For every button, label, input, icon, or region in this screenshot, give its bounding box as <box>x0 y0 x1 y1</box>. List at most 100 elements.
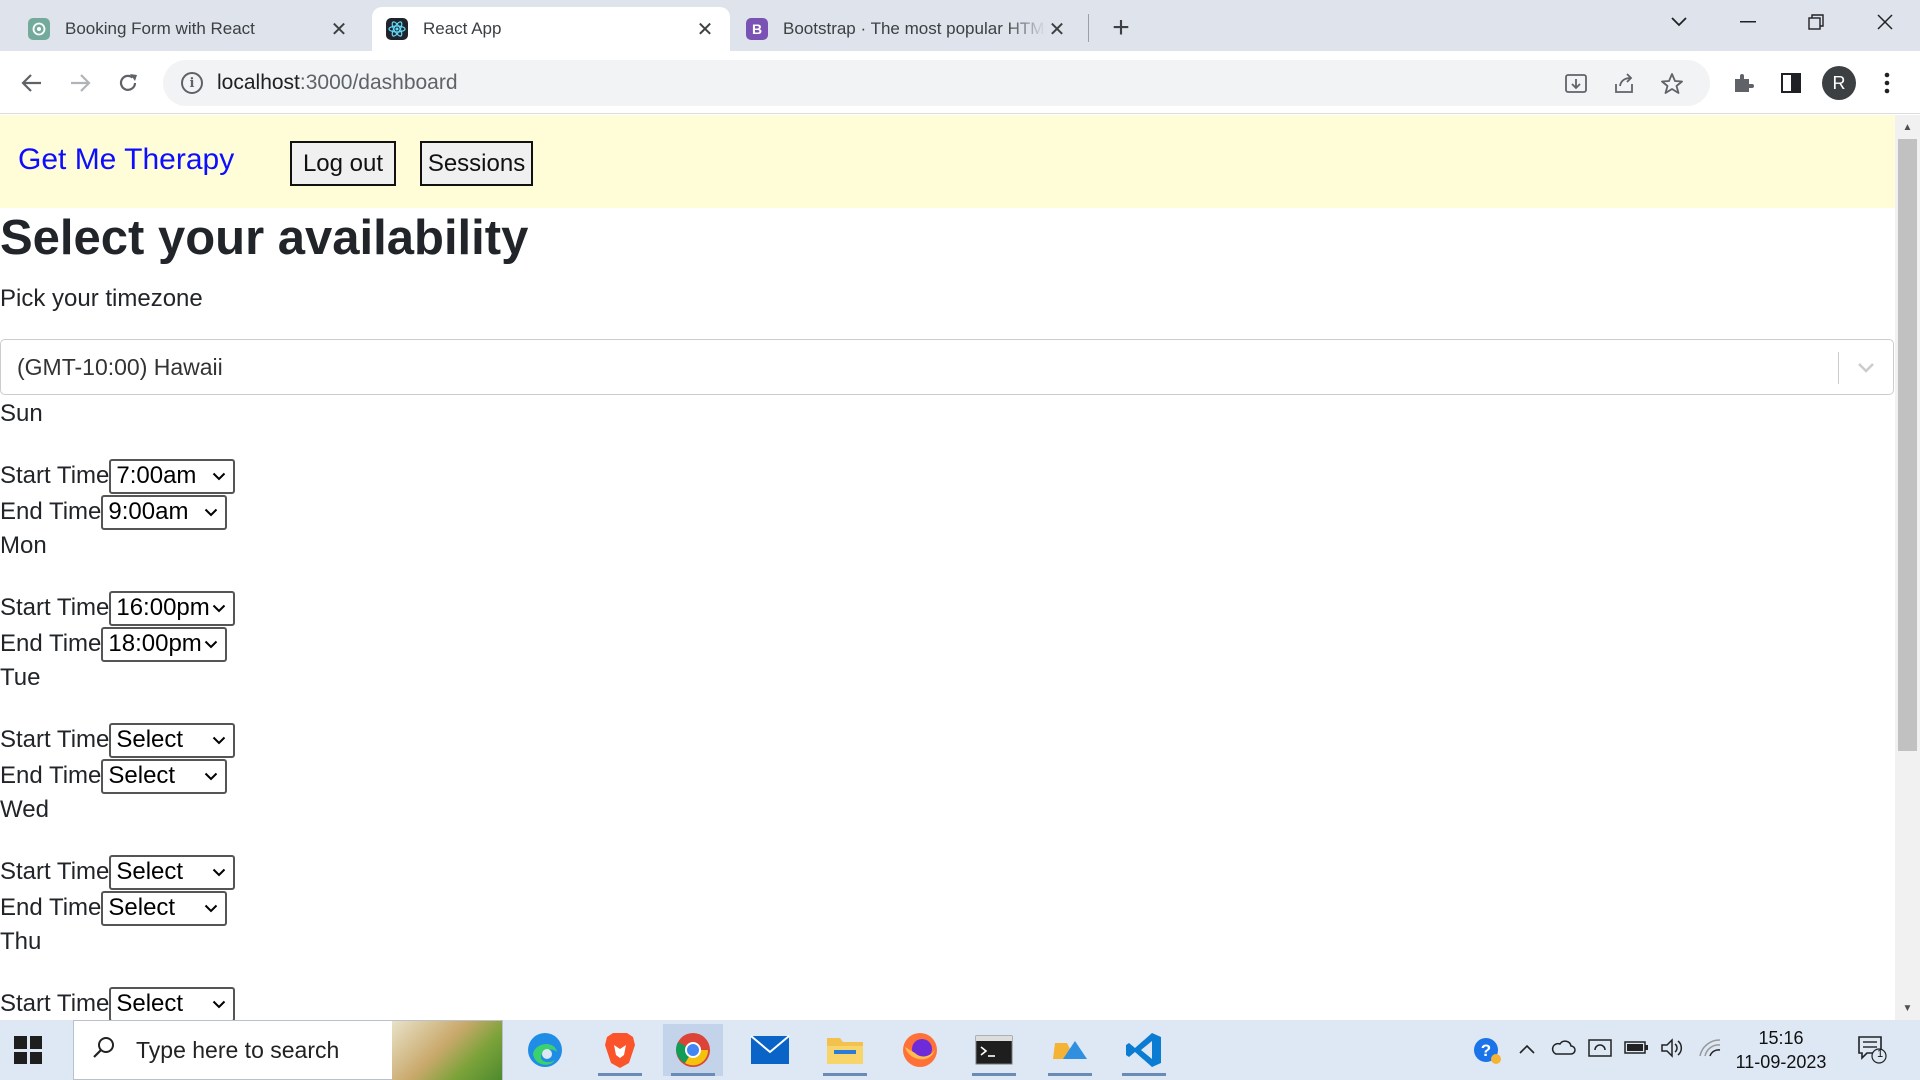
start-time-select[interactable]: Select <box>109 722 236 758</box>
end-time-select[interactable]: 18:00pm <box>101 626 228 662</box>
chevron-down-icon <box>211 864 227 880</box>
restore-icon[interactable] <box>1786 6 1846 38</box>
chevron-down-icon <box>203 636 219 652</box>
forward-button[interactable] <box>60 63 100 103</box>
tab-search-icon[interactable] <box>1649 6 1709 38</box>
start-time-select[interactable]: 7:00am <box>109 458 236 494</box>
scroll-down-arrow-icon[interactable]: ▼ <box>1895 998 1920 1018</box>
day-label-thu: Thu <box>0 928 42 955</box>
menu-kebab-icon[interactable] <box>1870 66 1904 100</box>
running-indicator <box>823 1073 867 1076</box>
start-time-label: Start Time <box>0 462 110 489</box>
site-info-icon[interactable]: i <box>181 72 203 94</box>
day-label-sun: Sun <box>0 400 43 427</box>
vscode-icon[interactable] <box>1114 1024 1174 1076</box>
select-value: 9:00am <box>108 498 189 525</box>
mail-icon[interactable] <box>740 1024 800 1076</box>
windows-start-icon[interactable] <box>14 1036 42 1064</box>
end-time-row: End Time 18:00pm <box>0 626 228 662</box>
install-app-icon[interactable] <box>1563 71 1589 97</box>
battery-icon[interactable] <box>1624 1038 1650 1062</box>
page-title: Select your availability <box>0 211 529 265</box>
sessions-button[interactable]: Sessions <box>420 141 533 186</box>
firefox-icon[interactable] <box>890 1024 950 1076</box>
end-time-row: End Time Select <box>0 890 228 926</box>
profile-avatar[interactable]: R <box>1822 66 1856 100</box>
search-icon <box>92 1035 122 1065</box>
extensions-icon[interactable] <box>1726 66 1760 100</box>
running-indicator <box>1122 1073 1166 1076</box>
select-value: 18:00pm <box>108 630 202 657</box>
url-path: :3000/dashboard <box>299 71 458 94</box>
window-close-icon[interactable] <box>1855 6 1915 38</box>
select-value: Select <box>116 726 184 753</box>
chevron-down-icon[interactable] <box>1851 352 1881 384</box>
terminal-icon[interactable] <box>964 1024 1024 1076</box>
start-time-row: Start Time Select <box>0 986 236 1020</box>
select-value: Select <box>108 894 176 921</box>
bookmark-star-icon[interactable] <box>1659 71 1685 97</box>
chevron-up-icon[interactable] <box>1518 1038 1536 1061</box>
close-icon[interactable]: ✕ <box>1046 17 1068 42</box>
taskbar-search[interactable]: Type here to search <box>73 1020 503 1080</box>
start-time-label: Start Time <box>0 594 110 621</box>
brand-link[interactable]: Get Me Therapy <box>18 143 234 177</box>
start-time-select[interactable]: 16:00pm <box>109 590 236 626</box>
start-time-row: Start Time Select <box>0 854 236 890</box>
clock-date: 11-09-2023 <box>1735 1052 1827 1072</box>
edge-icon[interactable] <box>515 1024 575 1076</box>
chevron-down-icon <box>211 732 227 748</box>
back-button[interactable] <box>12 63 52 103</box>
end-time-select[interactable]: Select <box>101 758 228 794</box>
bootstrap-icon: B <box>746 18 768 40</box>
notification-center-icon[interactable]: 1 <box>1857 1034 1887 1064</box>
search-placeholder: Type here to search <box>136 1036 340 1063</box>
start-time-select[interactable]: Select <box>109 854 236 890</box>
file-explorer-icon[interactable] <box>815 1024 875 1076</box>
chrome-icon[interactable] <box>663 1024 723 1076</box>
start-time-row: Start Time 7:00am <box>0 458 236 494</box>
start-time-row: Start Time 16:00pm <box>0 590 236 626</box>
day-label-tue: Tue <box>0 664 41 691</box>
end-time-select[interactable]: Select <box>101 890 228 926</box>
reload-button[interactable] <box>108 63 148 103</box>
end-time-label: End Time <box>0 894 102 921</box>
browser-toolbar: i localhost:3000/dashboard R <box>0 51 1920 114</box>
tab-booking-form[interactable]: Booking Form with React ✕ <box>14 7 364 51</box>
scrollbar-thumb[interactable] <box>1898 139 1917 751</box>
windows-taskbar: Type here to search ? 15:16 11-09-2023 1 <box>0 1020 1920 1080</box>
select-value: 16:00pm <box>116 594 210 621</box>
chevron-down-icon <box>211 468 227 484</box>
page-scrollbar[interactable]: ▲ ▼ <box>1895 115 1920 1020</box>
brave-icon[interactable] <box>590 1024 650 1076</box>
share-icon[interactable] <box>1611 71 1637 97</box>
select-value: Select <box>108 762 176 789</box>
close-icon[interactable]: ✕ <box>328 17 350 42</box>
address-bar[interactable]: i localhost:3000/dashboard <box>163 60 1710 106</box>
taskbar-clock[interactable]: 15:16 11-09-2023 <box>1735 1026 1827 1074</box>
side-panel-icon[interactable] <box>1774 66 1808 100</box>
url-host: localhost <box>217 71 300 94</box>
network-status-icon[interactable] <box>1588 1038 1612 1066</box>
help-icon[interactable]: ? <box>1472 1036 1502 1072</box>
end-time-select[interactable]: 9:00am <box>101 494 228 530</box>
wifi-icon[interactable] <box>1698 1038 1722 1064</box>
scroll-up-arrow-icon[interactable]: ▲ <box>1895 117 1920 137</box>
tab-bootstrap[interactable]: B Bootstrap · The most popular HTML ✕ <box>732 7 1082 51</box>
start-time-select[interactable]: Select <box>109 986 236 1020</box>
close-icon[interactable]: ✕ <box>694 17 716 42</box>
volume-icon[interactable] <box>1660 1038 1684 1064</box>
end-time-label: End Time <box>0 630 102 657</box>
tab-react-app[interactable]: React App ✕ <box>372 7 730 51</box>
end-time-label: End Time <box>0 498 102 525</box>
photos-icon[interactable] <box>1040 1024 1100 1076</box>
onedrive-icon[interactable] <box>1550 1038 1576 1062</box>
start-time-label: Start Time <box>0 990 110 1017</box>
timezone-select[interactable]: (GMT-10:00) Hawaii <box>0 339 1894 395</box>
logout-button[interactable]: Log out <box>290 141 396 186</box>
tab-title: Bootstrap · The most popular HTML <box>783 19 1046 38</box>
new-tab-button[interactable]: + <box>1103 10 1139 46</box>
timezone-value: (GMT-10:00) Hawaii <box>17 354 223 380</box>
running-indicator <box>671 1073 715 1076</box>
minimize-icon[interactable] <box>1718 6 1778 38</box>
